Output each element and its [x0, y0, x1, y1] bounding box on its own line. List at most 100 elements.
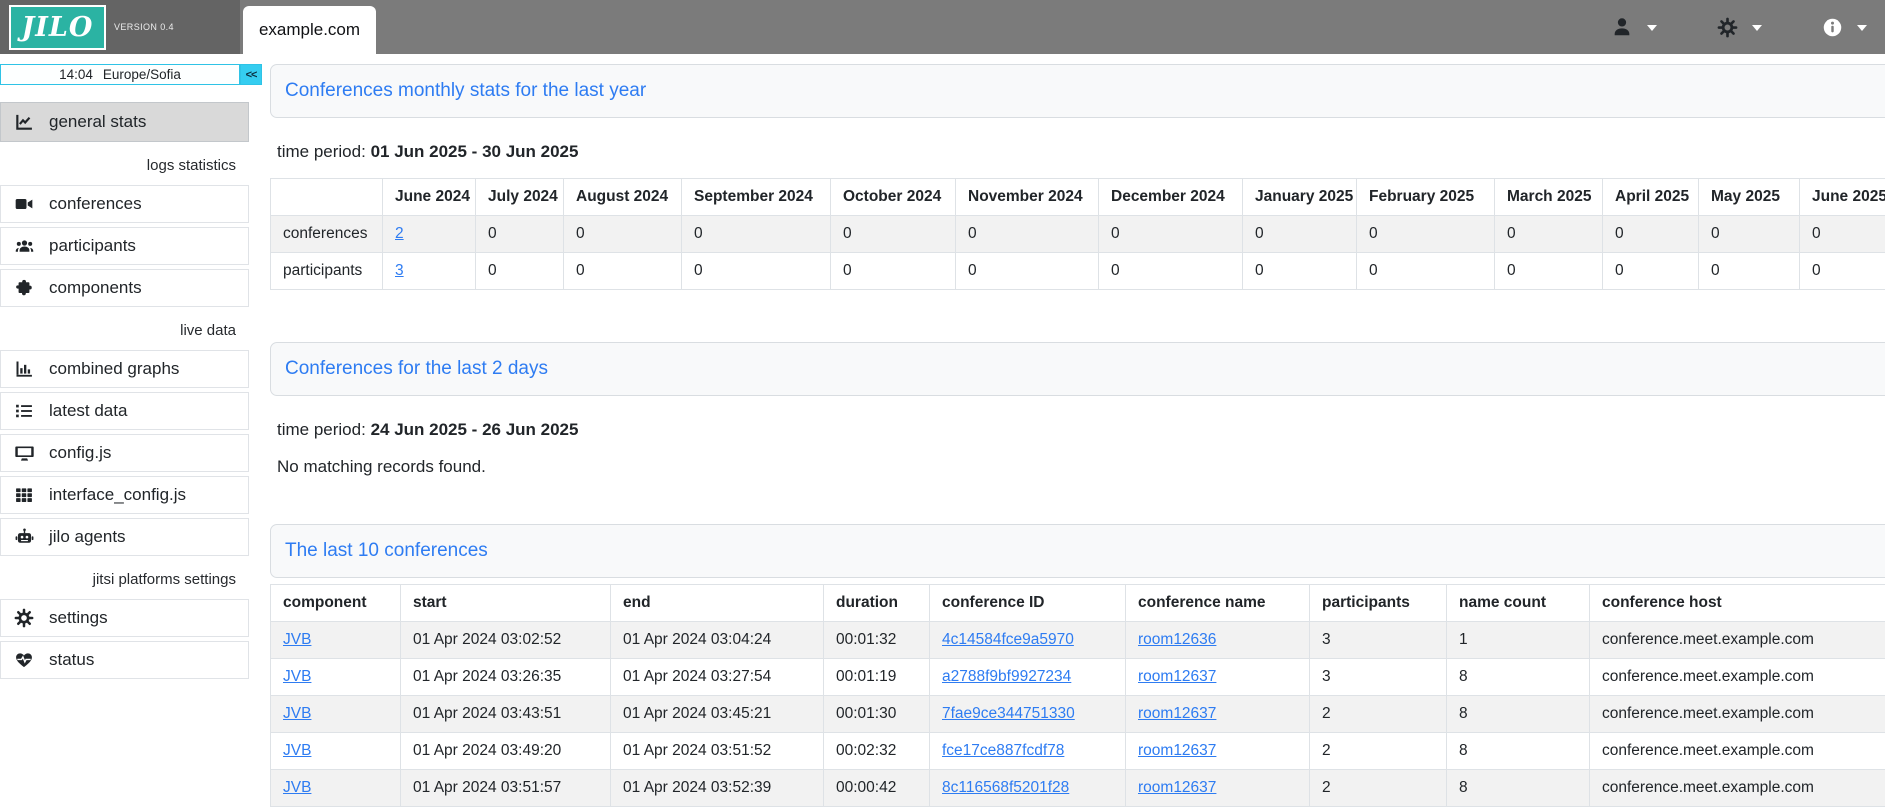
stat-link[interactable]: 3: [395, 262, 404, 279]
cell-link[interactable]: room12637: [1138, 779, 1216, 796]
cell-link[interactable]: a2788f9bf9927234: [942, 668, 1071, 685]
sidebar-item-latest-data[interactable]: latest data: [0, 392, 249, 430]
cell-link[interactable]: 7fae9ce344751330: [942, 705, 1075, 722]
stat-cell: 0: [682, 253, 831, 290]
info-icon: [1820, 17, 1844, 38]
column-header: January 2025: [1243, 179, 1357, 216]
sidebar-collapse-button[interactable]: <<: [240, 64, 262, 85]
stat-cell: 2: [383, 216, 476, 253]
column-header: June 2025: [1800, 179, 1885, 216]
column-header: conference name: [1126, 585, 1310, 622]
cell-link[interactable]: room12637: [1138, 742, 1216, 759]
row-label: participants: [271, 253, 383, 290]
video-camera-icon: [12, 194, 36, 214]
table-row: JVB01 Apr 2024 03:51:5701 Apr 2024 03:52…: [271, 770, 1885, 807]
stat-cell: 0: [1699, 216, 1800, 253]
data-cell: 01 Apr 2024 03:49:20: [401, 733, 611, 770]
cell-link[interactable]: 8c116568f5201f28: [942, 779, 1069, 796]
sidebar-item-general-stats[interactable]: general stats: [0, 102, 249, 142]
platform-tab[interactable]: example.com: [243, 6, 376, 54]
column-header: end: [611, 585, 824, 622]
clock-widget: 14:04 Europe/Sofia <<: [0, 64, 262, 85]
version-label: VERSION 0.4: [114, 22, 174, 32]
stat-link[interactable]: 2: [395, 225, 404, 242]
data-cell: 2: [1310, 770, 1447, 807]
column-header: name count: [1447, 585, 1590, 622]
sidebar-item-conferences[interactable]: conferences: [0, 185, 249, 223]
last-2-days-title: Conferences for the last 2 days: [285, 358, 548, 380]
info-menu-button[interactable]: [1820, 17, 1867, 38]
cell-link[interactable]: room12636: [1138, 631, 1216, 648]
main-content: Conferences monthly stats for the last y…: [262, 54, 1885, 809]
data-cell: conference.meet.example.com: [1590, 659, 1885, 696]
chevron-down-icon: [1857, 18, 1867, 36]
data-cell: 8: [1447, 659, 1590, 696]
stat-cell: 0: [1699, 253, 1800, 290]
sidebar-item-label: components: [49, 278, 142, 298]
puzzle-piece-icon: [12, 278, 36, 298]
data-cell: 01 Apr 2024 03:04:24: [611, 622, 824, 659]
data-cell: 01 Apr 2024 03:52:39: [611, 770, 824, 807]
last-2-days-card: Conferences for the last 2 days: [270, 342, 1885, 396]
sidebar-item-label: status: [49, 650, 94, 670]
cell-link[interactable]: fce17ce887fcdf78: [942, 742, 1064, 759]
data-cell: room12637: [1126, 659, 1310, 696]
sidebar-item-settings[interactable]: settings: [0, 599, 249, 637]
monthly-stats-card: Conferences monthly stats for the last y…: [270, 64, 1885, 118]
sidebar-item-components[interactable]: components: [0, 269, 249, 307]
cell-link[interactable]: JVB: [283, 631, 311, 648]
data-cell: 8: [1447, 733, 1590, 770]
clock-time: 14:04: [59, 67, 93, 82]
sidebar-item-label: conferences: [49, 194, 142, 214]
sidebar-item-interface-config-js[interactable]: interface_config.js: [0, 476, 249, 514]
cell-link[interactable]: JVB: [283, 779, 311, 796]
sidebar-item-config-js[interactable]: config.js: [0, 434, 249, 472]
cell-link[interactable]: JVB: [283, 742, 311, 759]
column-header: March 2025: [1495, 179, 1603, 216]
time-period-value: 01 Jun 2025 - 30 Jun 2025: [371, 142, 579, 161]
stat-cell: 0: [831, 253, 956, 290]
data-cell: 01 Apr 2024 03:26:35: [401, 659, 611, 696]
column-header: May 2025: [1699, 179, 1800, 216]
table-row: JVB01 Apr 2024 03:26:3501 Apr 2024 03:27…: [271, 659, 1885, 696]
data-cell: 3: [1310, 622, 1447, 659]
stat-cell: 0: [564, 216, 682, 253]
sidebar-section-live-data: live data: [0, 322, 249, 339]
cell-link[interactable]: JVB: [283, 705, 311, 722]
data-cell: conference.meet.example.com: [1590, 696, 1885, 733]
chevron-down-icon: [1647, 18, 1657, 36]
app-logo[interactable]: JILO: [9, 5, 106, 50]
data-cell: room12637: [1126, 770, 1310, 807]
last-10-conferences-card: The last 10 conferences: [270, 524, 1885, 578]
sidebar-item-jilo-agents[interactable]: jilo agents: [0, 518, 249, 556]
cell-link[interactable]: room12637: [1138, 705, 1216, 722]
cell-link[interactable]: JVB: [283, 668, 311, 685]
desktop-icon: [12, 443, 36, 464]
table-row: participants3000000000000: [271, 253, 1885, 290]
heart-pulse-icon: [12, 650, 36, 670]
last-10-conferences-title: The last 10 conferences: [285, 540, 488, 562]
sidebar-item-combined-graphs[interactable]: combined graphs: [0, 350, 249, 388]
sidebar-item-label: config.js: [49, 443, 111, 463]
settings-menu-button[interactable]: [1715, 17, 1762, 38]
sidebar-section-jitsi-platforms-settings: jitsi platforms settings: [0, 571, 249, 588]
stat-cell: 3: [383, 253, 476, 290]
topbar: JILO VERSION 0.4 example.com: [0, 0, 1885, 54]
column-header: duration: [824, 585, 930, 622]
stat-cell: 0: [1243, 253, 1357, 290]
last10-table-head-row: componentstartenddurationconference IDco…: [271, 585, 1885, 622]
time-period-value: 24 Jun 2025 - 26 Jun 2025: [371, 420, 579, 439]
last10-table-body: JVB01 Apr 2024 03:02:5201 Apr 2024 03:04…: [271, 622, 1885, 807]
stat-cell: 0: [476, 253, 564, 290]
sidebar-item-status[interactable]: status: [0, 641, 249, 679]
sidebar-item-participants[interactable]: participants: [0, 227, 249, 265]
data-cell: 8: [1447, 770, 1590, 807]
column-header: conference ID: [930, 585, 1126, 622]
data-cell: 8c116568f5201f28: [930, 770, 1126, 807]
cell-link[interactable]: 4c14584fce9a5970: [942, 631, 1074, 648]
clock-display[interactable]: 14:04 Europe/Sofia: [0, 64, 240, 85]
cell-link[interactable]: room12637: [1138, 668, 1216, 685]
sidebar-item-label: settings: [49, 608, 108, 628]
user-menu-button[interactable]: [1610, 16, 1657, 38]
monthly-stats-title: Conferences monthly stats for the last y…: [285, 80, 646, 102]
